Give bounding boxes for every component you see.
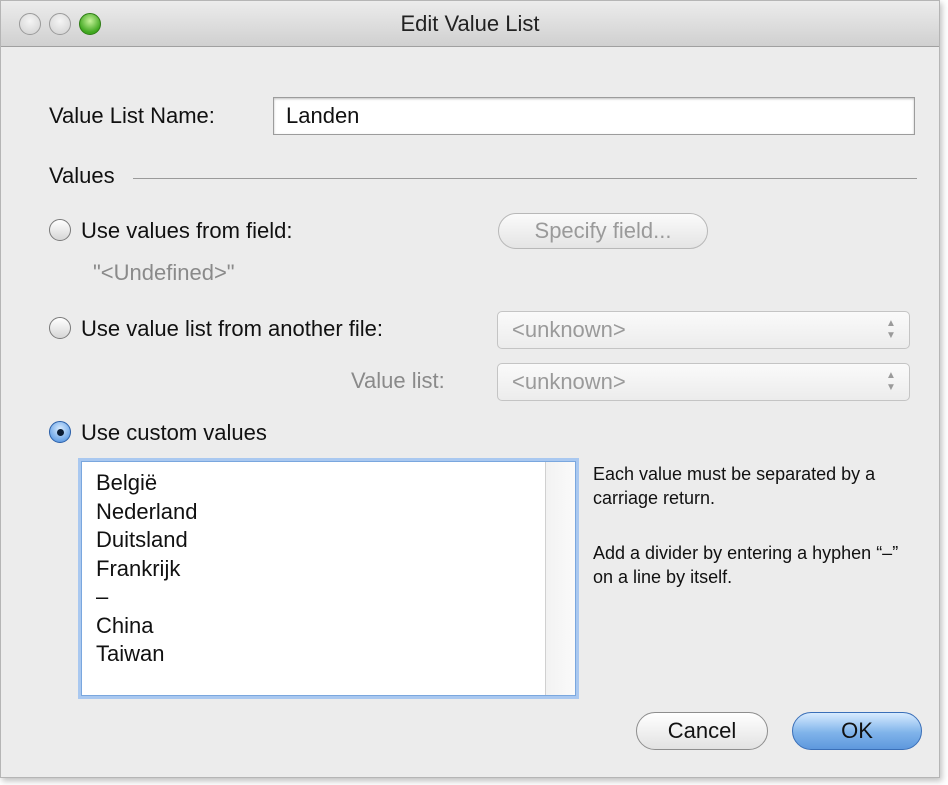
radio-use-custom[interactable] [49,421,71,443]
file-select[interactable]: <unknown> ▲ ▼ [497,311,910,349]
title-bar: Edit Value List [1,1,939,47]
value-list-select-value: <unknown> [512,369,626,394]
custom-value-line: China [96,612,154,638]
custom-values-textarea[interactable]: België Nederland Duitsland Frankrijk – C… [81,461,576,696]
cancel-button[interactable]: Cancel [636,712,768,750]
value-list-label: Value list: [351,368,445,393]
value-list-name-label: Value List Name: [49,103,215,128]
custom-value-line: Nederland [96,498,198,524]
field-value-text: "<Undefined>" [93,260,235,285]
updown-arrows-icon: ▲ ▼ [886,370,896,393]
use-field-label: Use values from field: [81,218,293,243]
use-file-label: Use value list from another file: [81,316,384,341]
use-custom-label: Use custom values [81,420,267,445]
values-section-label: Values [49,163,115,188]
custom-values-list: België Nederland Duitsland Frankrijk – C… [96,469,198,669]
custom-value-line: Duitsland [96,527,188,552]
custom-value-line: – [96,584,109,609]
edit-value-list-dialog: Edit Value List Value List Name: Landen … [0,0,940,778]
values-divider [133,178,917,179]
window-title: Edit Value List [400,11,540,36]
radio-use-field[interactable] [49,219,71,241]
value-list-select[interactable]: <unknown> ▲ ▼ [497,363,910,401]
ok-button[interactable]: OK [792,712,922,750]
file-select-value: <unknown> [512,317,626,342]
custom-value-line: Taiwan [96,641,165,666]
vertical-scrollbar[interactable] [545,462,575,695]
value-list-name-input[interactable]: Landen [273,97,915,135]
radio-dot-icon [57,429,64,436]
updown-arrows-icon: ▲ ▼ [886,318,896,341]
custom-value-line: Frankrijk [96,555,181,581]
radio-use-file[interactable] [49,317,71,339]
help-text-divider: Add a divider by entering a hyphen “–” o… [593,543,899,587]
help-text-separator: Each value must be separated by a carria… [593,464,876,508]
specify-field-button[interactable]: Specify field... [498,213,708,249]
custom-value-line: België [96,470,158,495]
